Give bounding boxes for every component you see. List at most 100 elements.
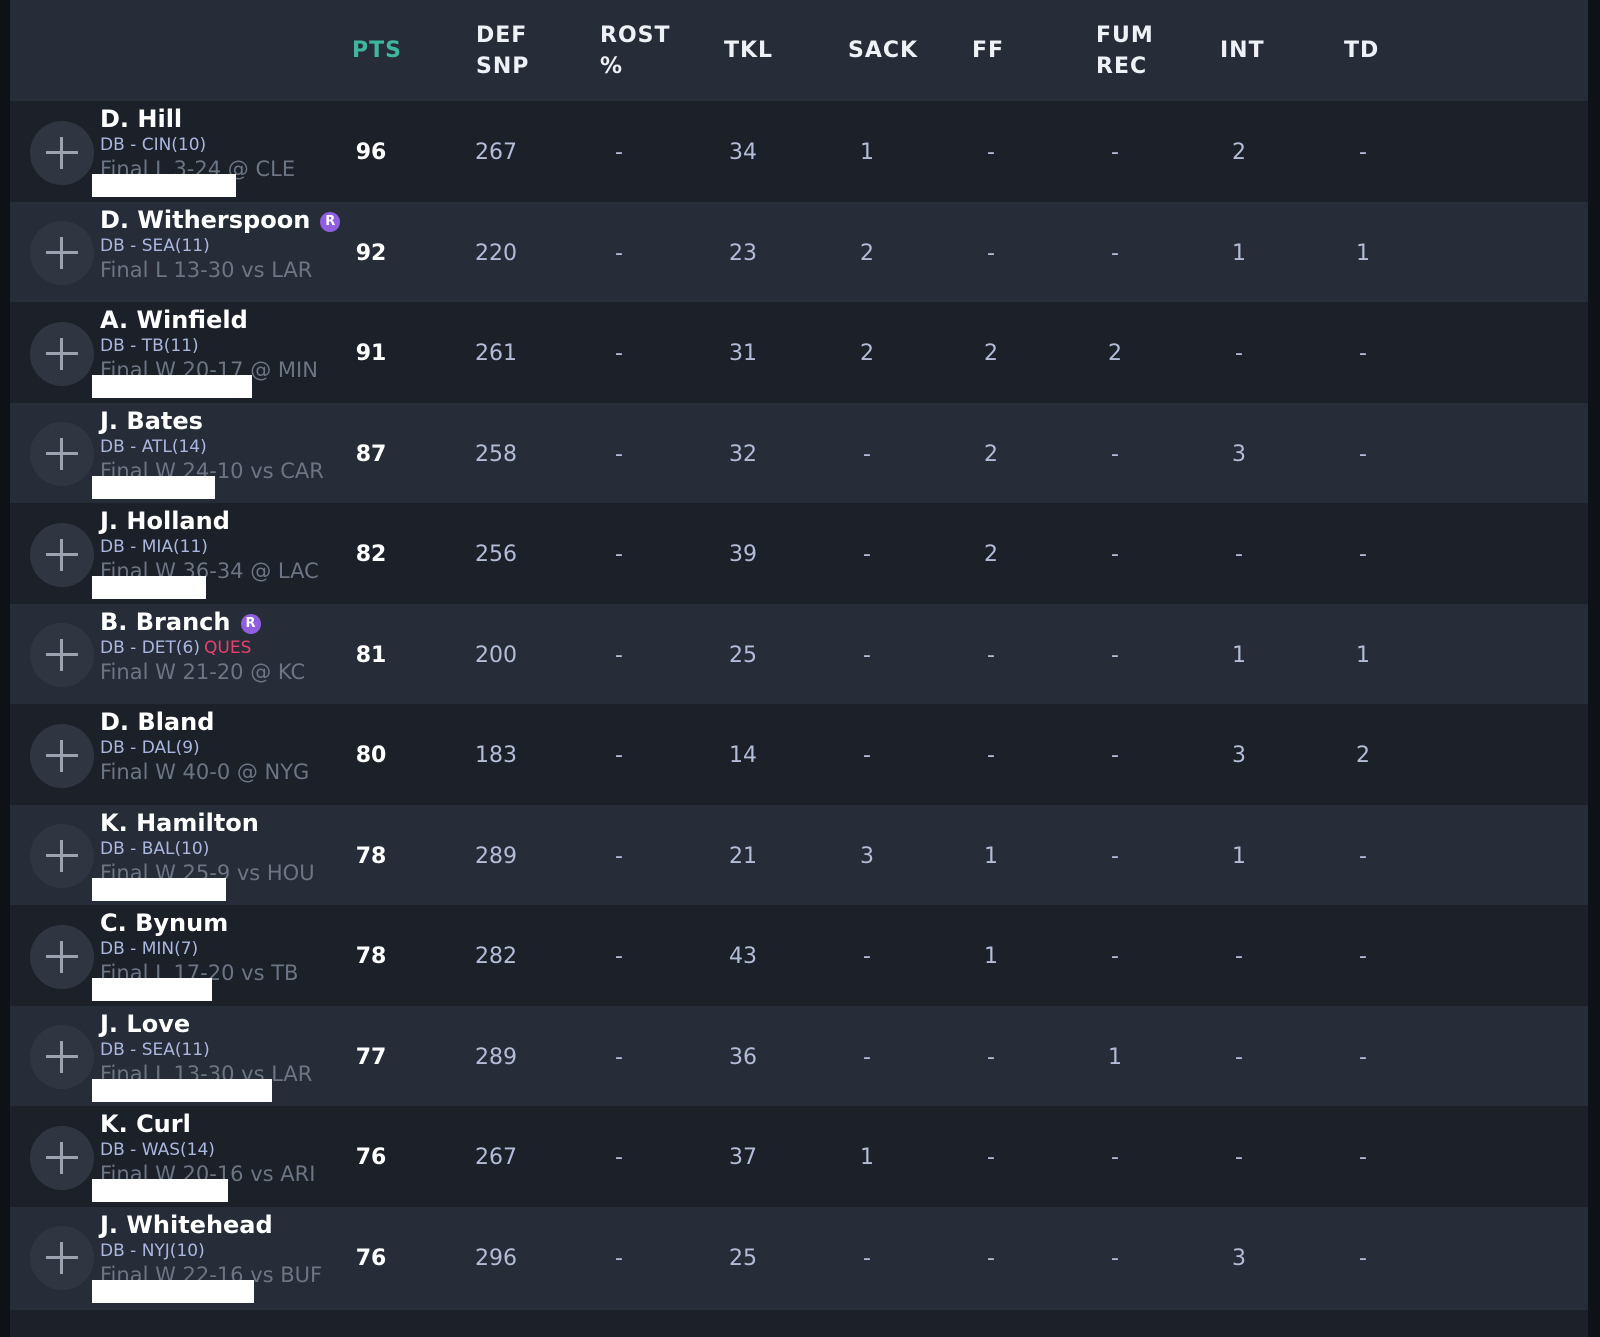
stat-int: - [1235,341,1243,366]
add-player-button[interactable] [30,321,94,386]
player-name-text[interactable]: D. Hill [100,105,182,133]
player-name[interactable]: K. Hamilton [100,809,259,837]
column-header-sack[interactable]: SACK [848,35,918,66]
player-name-text[interactable]: J. Bates [100,407,203,435]
player-name[interactable]: J. Whitehead [100,1211,273,1239]
stat-fum-rec: - [1111,1245,1119,1271]
add-player-button[interactable] [30,723,94,788]
add-player-button[interactable] [30,221,94,285]
stat-td: - [1359,140,1367,165]
column-header-pts[interactable]: PTS [352,35,402,66]
add-player-button[interactable] [30,824,94,888]
add-player-button[interactable] [30,623,94,687]
add-player-button[interactable] [30,522,94,587]
column-header-def-snp[interactable]: DEF SNP [476,20,529,82]
stat-int: 2 [1232,140,1246,165]
add-player-button[interactable] [30,1025,94,1089]
player-name-text[interactable]: B. Branch [100,608,231,636]
stat-sack: - [863,1245,871,1271]
player-name-text[interactable]: J. Love [100,1010,190,1038]
redaction-bar [92,1279,254,1303]
redaction-bar [92,576,206,599]
player-position-team: DB - BAL(10) [100,839,209,859]
column-header-rost[interactable]: ROST % [600,20,671,82]
player-name[interactable]: A. Winfield [100,306,248,334]
stat-rost: - [615,441,623,467]
player-name[interactable]: J. Holland [100,507,230,535]
table-row: A. Winfield DB - TB(11) Final W 20-17 @ MI… [10,302,1588,405]
player-name[interactable]: B. Branch R [100,608,261,636]
stat-td: - [1359,441,1367,467]
stat-td: - [1359,1245,1367,1271]
stat-ff: - [987,140,995,165]
stat-fum-rec: - [1111,944,1119,969]
right-edge-border [1588,0,1600,1337]
stat-pts: 81 [355,642,387,668]
player-name-text[interactable]: D. Bland [100,708,214,736]
stat-def-snp: 256 [475,542,517,567]
stat-ff: 2 [984,341,998,366]
add-player-button[interactable] [30,422,94,486]
plus-icon-bar [60,136,63,169]
stat-tkl: 21 [729,843,757,869]
player-name-text[interactable]: C. Bynum [100,909,228,937]
stat-fum-rec: - [1111,441,1119,467]
plus-icon-bar [60,1242,63,1274]
game-result: Final W 40-0 @ NYG [100,760,310,784]
column-header-tkl[interactable]: TKL [724,35,773,66]
add-player-button[interactable] [30,1226,94,1290]
stat-ff: - [987,240,995,266]
player-name-text[interactable]: D. Witherspoon [100,206,310,234]
column-header-td[interactable]: TD [1344,35,1379,66]
stat-ff: - [987,743,995,768]
player-name-text[interactable]: J. Holland [100,507,230,535]
stat-pts: 96 [355,140,387,165]
stat-ff: 2 [984,542,998,567]
plus-icon-bar [60,438,63,470]
stat-fum-rec: - [1111,140,1119,165]
stat-rost: - [615,240,623,266]
stat-tkl: 36 [729,1044,757,1070]
player-name[interactable]: J. Bates [100,407,203,435]
player-position-text: DB - BAL(10) [100,838,210,859]
player-name-text[interactable]: J. Whitehead [100,1211,273,1239]
player-name-text[interactable]: K. Curl [100,1110,191,1138]
stat-int: 1 [1232,240,1246,266]
table-row: D. Bland DB - DAL(9) Final W 40-0 @ NYG 80 1… [10,704,1588,807]
table-row: J. Whitehead DB - NYJ(10) Final W 22-16 vs… [10,1206,1588,1310]
stat-td: - [1359,341,1367,366]
player-name[interactable]: D. Hill [100,105,182,133]
player-name[interactable]: J. Love [100,1010,190,1038]
stat-fum-rec: 2 [1108,341,1122,366]
player-name[interactable]: D. Witherspoon R [100,206,341,234]
stat-sack: - [863,441,871,467]
player-position-team: DB - DET(6) QUES [100,638,251,658]
table-row: K. Hamilton DB - BAL(10) Final W 25-9 vs H… [10,804,1588,908]
player-position-team: DB - MIA(11) [100,537,208,557]
injury-status: QUES [204,637,252,658]
player-name[interactable]: D. Bland [100,708,214,736]
add-player-button[interactable] [30,1125,94,1190]
player-position-text: DB - MIN(7) [100,939,199,959]
add-player-button[interactable] [30,120,94,185]
player-name[interactable]: K. Curl [100,1110,191,1138]
player-position-team: DB - NYJ(10) [100,1241,205,1261]
stat-def-snp: 289 [475,843,517,869]
stat-td: - [1359,944,1367,969]
player-position-team: DB - MIN(7) [100,939,198,959]
column-header-ff[interactable]: FF [972,35,1004,66]
table-row: B. Branch R DB - DET(6) QUES Final W 21-20 @… [10,603,1588,707]
table-row: D. Hill DB - CIN(10) Final L 3-24 @ CLE 96 2… [10,101,1588,204]
redaction-bar [92,1179,228,1202]
stat-pts: 78 [355,944,387,969]
column-header-fum-rec[interactable]: FUM REC [1096,20,1154,82]
column-header-int[interactable]: INT [1220,35,1265,66]
game-result: Final W 21-20 @ KC [100,659,306,684]
add-player-button[interactable] [30,924,94,989]
stat-tkl: 39 [729,542,757,567]
stat-rost: - [615,1145,623,1170]
player-name-text[interactable]: K. Hamilton [100,809,259,837]
stat-rost: - [615,140,623,165]
player-name[interactable]: C. Bynum [100,909,228,937]
player-name-text[interactable]: A. Winfield [100,306,248,334]
